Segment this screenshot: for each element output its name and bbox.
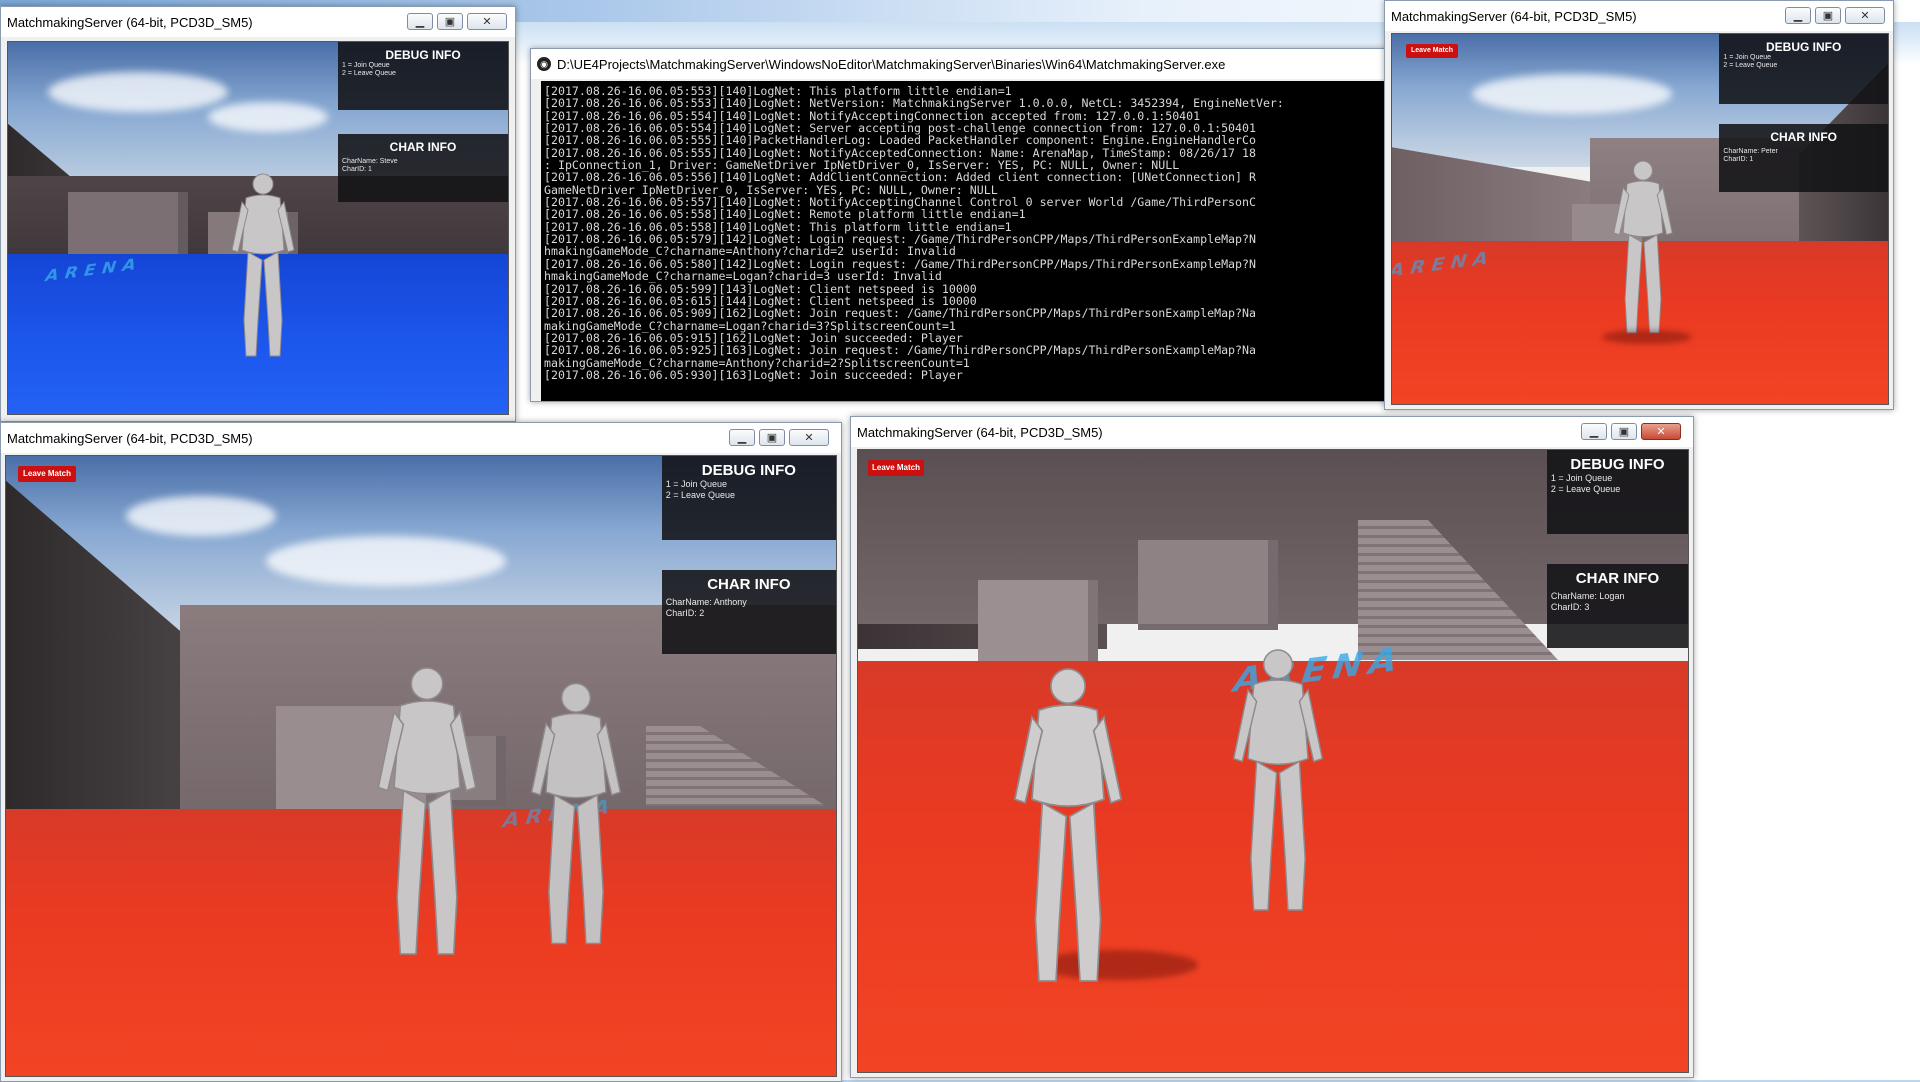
debug-join-hint: 1 = Join Queue xyxy=(1550,473,1613,483)
debug-info-panel: DEBUG INFO 1 = Join Queue 2 = Leave Queu… xyxy=(1719,34,1888,104)
console-line: hmakingGameMode_C?charname=Anthony?chari… xyxy=(544,244,956,259)
maximize-icon[interactable]: ▣ xyxy=(1815,7,1841,24)
debug-info-panel: DEBUG INFO 1 = Join Queue 2 = Leave Queu… xyxy=(1546,450,1688,534)
console-line: [2017.08.26-16.06.05:553][140]LogNet: Ne… xyxy=(544,96,1284,111)
console-line: [2017.08.26-16.06.05:558][140]LogNet: Re… xyxy=(544,207,1026,222)
close-icon[interactable]: ✕ xyxy=(1641,423,1681,440)
console-line: [2017.08.26-16.06.05:909][162]LogNet: Jo… xyxy=(544,306,1256,321)
console-line: [2017.08.26-16.06.05:556][140]LogNet: Ad… xyxy=(544,170,1256,185)
game-viewport[interactable]: ARENA Leave Match DEBUG INFO 1 = Join Qu… xyxy=(857,449,1689,1073)
character-mannequin xyxy=(1610,154,1676,340)
debug-leave-hint: 2 = Leave Queue xyxy=(1723,62,1778,70)
game-viewport[interactable]: ARENA Leave Match DEBUG INFO 1 = Join Qu… xyxy=(5,455,837,1077)
debug-leave-hint: 2 = Leave Queue xyxy=(1550,483,1621,494)
console-line: [2017.08.26-16.06.05:930][163]LogNet: Jo… xyxy=(544,367,963,382)
char-info-panel: CHAR INFO CharName: Steve CharID: 1 xyxy=(338,134,508,202)
minimize-icon[interactable]: ▁ xyxy=(407,13,433,30)
debug-join-hint: 1 = Join Queue xyxy=(665,479,727,489)
maximize-icon[interactable]: ▣ xyxy=(759,429,785,446)
debug-info-title: DEBUG INFO xyxy=(1766,40,1842,54)
console-window[interactable]: ◉ D:\UE4Projects\MatchmakingServer\Windo… xyxy=(530,48,1391,402)
char-name: CharName: Anthony xyxy=(665,597,747,607)
char-info-title: CHAR INFO xyxy=(389,140,457,154)
char-id: CharID: 1 xyxy=(342,166,372,174)
minimize-icon[interactable]: ▁ xyxy=(1785,7,1811,24)
debug-join-hint: 1 = Join Queue xyxy=(342,62,390,69)
debug-info-title: DEBUG INFO xyxy=(1570,456,1665,473)
console-app-icon: ◉ xyxy=(537,57,551,71)
cloud xyxy=(208,102,328,132)
cloud xyxy=(1472,74,1672,114)
game-window-logan[interactable]: MatchmakingServer (64-bit, PCD3D_SM5) ▁ … xyxy=(850,416,1694,1078)
cloud xyxy=(48,72,228,112)
char-info-title: CHAR INFO xyxy=(1770,130,1838,144)
console-output[interactable]: [2017.08.26-16.06.05:553][140]LogNet: Th… xyxy=(541,81,1391,401)
leave-match-button[interactable]: Leave Match xyxy=(868,460,924,476)
character-mannequin xyxy=(1008,660,1128,990)
character-mannequin xyxy=(372,661,482,961)
close-icon[interactable]: ✕ xyxy=(1845,7,1885,24)
debug-join-hint: 1 = Join Queue xyxy=(1723,54,1772,61)
arena-block xyxy=(1138,540,1278,630)
char-id: CharID: 1 xyxy=(1723,156,1754,164)
window-titlebar[interactable]: MatchmakingServer (64-bit, PCD3D_SM5) ▁ … xyxy=(1,7,515,37)
debug-leave-hint: 2 = Leave Queue xyxy=(342,70,396,78)
debug-info-title: DEBUG INFO xyxy=(385,48,461,62)
game-viewport[interactable]: ARENA DEBUG INFO 1 = Join Queue 2 = Leav… xyxy=(7,41,509,415)
debug-info-panel: DEBUG INFO 1 = Join Queue 2 = Leave Queu… xyxy=(661,456,836,540)
window-title: MatchmakingServer (64-bit, PCD3D_SM5) xyxy=(7,430,253,446)
char-info-panel: CHAR INFO CharName: Logan CharID: 3 xyxy=(1546,564,1688,648)
console-titlebar[interactable]: ◉ D:\UE4Projects\MatchmakingServer\Windo… xyxy=(531,49,1389,79)
character-mannequin xyxy=(1228,640,1328,920)
leave-match-button[interactable]: Leave Match xyxy=(18,466,76,482)
maximize-icon[interactable]: ▣ xyxy=(1611,423,1637,440)
game-window-steve[interactable]: MatchmakingServer (64-bit, PCD3D_SM5) ▁ … xyxy=(0,6,516,422)
game-window-anthony[interactable]: MatchmakingServer (64-bit, PCD3D_SM5) ▁ … xyxy=(0,422,842,1082)
char-info-title: CHAR INFO xyxy=(1575,570,1660,587)
close-icon[interactable]: ✕ xyxy=(467,13,507,30)
character-shadow xyxy=(1602,330,1692,344)
console-title: D:\UE4Projects\MatchmakingServer\Windows… xyxy=(557,56,1226,72)
window-title: MatchmakingServer (64-bit, PCD3D_SM5) xyxy=(7,14,253,30)
char-name: CharName: Steve xyxy=(342,158,398,165)
char-name: CharName: Logan xyxy=(1550,591,1625,601)
leave-match-button[interactable]: Leave Match xyxy=(1406,44,1458,58)
close-icon[interactable]: ✕ xyxy=(789,429,829,446)
console-line: [2017.08.26-16.06.05:925][163]LogNet: Jo… xyxy=(544,343,1256,358)
char-id: CharID: 2 xyxy=(665,607,705,618)
character-mannequin xyxy=(526,671,626,956)
debug-info-panel: DEBUG INFO 1 = Join Queue 2 = Leave Queu… xyxy=(338,42,508,110)
window-titlebar[interactable]: MatchmakingServer (64-bit, PCD3D_SM5) ▁ … xyxy=(851,417,1693,447)
console-line: [2017.08.26-16.06.05:555][140]PacketHand… xyxy=(544,133,1256,148)
char-info-panel: CHAR INFO CharName: Peter CharID: 1 xyxy=(1719,124,1888,192)
window-titlebar[interactable]: MatchmakingServer (64-bit, PCD3D_SM5) ▁ … xyxy=(1,423,841,453)
cloud xyxy=(126,496,276,536)
debug-info-title: DEBUG INFO xyxy=(701,462,796,479)
cloud xyxy=(266,536,506,586)
console-line: [2017.08.26-16.06.05:599][143]LogNet: Cl… xyxy=(544,281,977,296)
debug-leave-hint: 2 = Leave Queue xyxy=(665,489,736,500)
minimize-icon[interactable]: ▁ xyxy=(729,429,755,446)
console-line: hmakingGameMode_C?charname=Logan?charid=… xyxy=(544,269,942,284)
window-title: MatchmakingServer (64-bit, PCD3D_SM5) xyxy=(857,424,1103,440)
game-viewport[interactable]: ARENA Leave Match DEBUG INFO 1 = Join Qu… xyxy=(1391,33,1889,405)
minimize-icon[interactable]: ▁ xyxy=(1581,423,1607,440)
maximize-icon[interactable]: ▣ xyxy=(437,13,463,30)
char-info-title: CHAR INFO xyxy=(707,576,791,593)
char-id: CharID: 3 xyxy=(1550,601,1590,612)
char-info-panel: CHAR INFO CharName: Anthony CharID: 2 xyxy=(661,570,836,654)
game-window-peter[interactable]: MatchmakingServer (64-bit, PCD3D_SM5) ▁ … xyxy=(1384,0,1894,410)
character-mannequin xyxy=(228,170,298,360)
window-title: MatchmakingServer (64-bit, PCD3D_SM5) xyxy=(1391,8,1637,24)
window-titlebar[interactable]: MatchmakingServer (64-bit, PCD3D_SM5) ▁ … xyxy=(1385,1,1893,31)
char-name: CharName: Peter xyxy=(1723,148,1778,155)
